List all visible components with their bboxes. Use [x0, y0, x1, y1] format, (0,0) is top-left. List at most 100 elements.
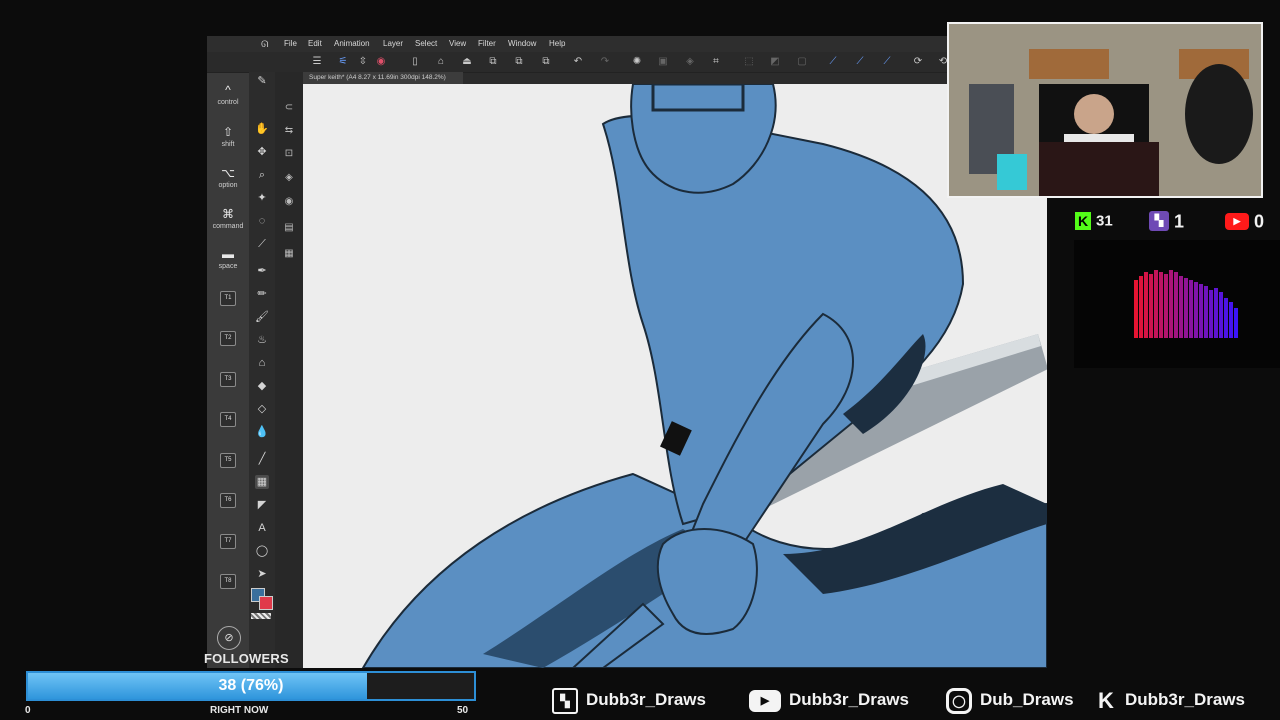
grid-snap-icon[interactable]: ⟋	[881, 56, 893, 68]
undo-icon[interactable]: ↶	[572, 56, 584, 68]
t1-key[interactable]: T1	[220, 291, 236, 306]
redo-icon[interactable]: ↷	[599, 56, 611, 68]
audio-bar	[1144, 272, 1148, 338]
line-tool-icon[interactable]: ╱	[255, 452, 269, 466]
followers-max: 50	[457, 705, 469, 716]
t7-key[interactable]: T7	[220, 534, 236, 549]
sub-tool-1-icon[interactable]: ⊂	[283, 102, 295, 114]
social-kick[interactable]: K Dubb3r_Draws	[1095, 686, 1245, 714]
menu-help[interactable]: Help	[549, 39, 565, 48]
blend-tool-icon[interactable]: 💧	[255, 425, 269, 439]
drawing-canvas[interactable]	[303, 84, 1047, 668]
t4-key[interactable]: T4	[220, 412, 236, 427]
audio-bar	[1234, 308, 1238, 338]
audio-bar	[1199, 284, 1203, 338]
clear-icon[interactable]: ▣	[657, 56, 669, 68]
menu-animation[interactable]: Animation	[334, 39, 370, 48]
object-tool-icon[interactable]: ➤	[255, 567, 269, 581]
airbrush-tool-icon[interactable]: ♨	[255, 333, 269, 347]
control-key[interactable]: ^ control	[207, 84, 249, 106]
stepper-icon[interactable]: ⇳	[357, 56, 369, 68]
balloon-tool-icon[interactable]: ◯	[255, 544, 269, 558]
loading-icon[interactable]: ✺	[631, 56, 643, 68]
t3-key[interactable]: T3	[220, 372, 236, 387]
materials-icon[interactable]: ▤	[283, 222, 295, 234]
followers-label: FOLLOWERS	[204, 651, 289, 666]
t6-key[interactable]: T6	[220, 493, 236, 508]
fill-icon[interactable]: ◈	[684, 56, 696, 68]
t8-key[interactable]: T8	[220, 574, 236, 589]
zoom-tool-icon[interactable]: ⌕	[255, 168, 269, 182]
open-folder-icon[interactable]: ⌂	[435, 56, 447, 68]
navigator-icon[interactable]: ◉	[283, 196, 295, 208]
settings-icon[interactable]: ⟳	[912, 56, 924, 68]
export-2-icon[interactable]: ⧉	[513, 56, 525, 68]
social-instagram[interactable]: ◯ Dub_Draws	[946, 686, 1074, 714]
audio-bar	[1139, 276, 1143, 338]
shift-icon: ⇧	[222, 125, 234, 139]
pen-settings-icon[interactable]: ⊘	[217, 626, 241, 650]
document-tab[interactable]: Super keith* (A4 8.27 x 11.69in 300dpi 1…	[303, 72, 463, 84]
space-key[interactable]: ▬ space	[207, 248, 249, 270]
layer-stack-icon[interactable]: ◈	[283, 172, 295, 184]
followers-caption: RIGHT NOW	[210, 705, 269, 716]
eraser-tool-icon[interactable]: ◇	[255, 402, 269, 416]
selection-border-icon[interactable]: ▢	[796, 56, 808, 68]
fill-tool-icon[interactable]: ◆	[255, 379, 269, 393]
app-logo-icon[interactable]: ᘏ	[261, 39, 268, 50]
t5-key[interactable]: T5	[220, 453, 236, 468]
save-icon[interactable]: ⏏	[461, 56, 473, 68]
menu-file[interactable]: File	[284, 39, 297, 48]
menu-filter[interactable]: Filter	[478, 39, 496, 48]
person-face-shape	[1074, 94, 1114, 134]
audio-bar	[1204, 286, 1208, 338]
dark-object-shape	[1185, 64, 1253, 164]
new-file-icon[interactable]: ▯	[409, 56, 421, 68]
export-3-icon[interactable]: ⧉	[540, 56, 552, 68]
move-tool-icon[interactable]: ✥	[255, 145, 269, 159]
sub-color-swatch[interactable]	[259, 596, 273, 610]
menu-edit[interactable]: Edit	[308, 39, 322, 48]
menu-select[interactable]: Select	[415, 39, 437, 48]
pencil-tool-icon[interactable]: ✏	[255, 287, 269, 301]
frame-tool-icon[interactable]: ◤	[255, 498, 269, 512]
transparent-color-swatch[interactable]	[251, 613, 271, 619]
pen-tool-icon[interactable]: ✒	[255, 264, 269, 278]
paintbrush-tool-icon[interactable]: 🖌	[255, 310, 269, 324]
brush-mode-icon[interactable]: ⚟	[337, 56, 349, 68]
audio-bar	[1174, 272, 1178, 338]
tool-palette: ✎ ✋ ✥ ⌕ ✦ ◌ ⟋ ✒ ✏ 🖌 ♨ ⌂ ◆ ◇ 💧 ╱ ▦ ◤ A ◯ …	[249, 72, 275, 668]
artwork-illustration	[361, 84, 1047, 668]
ruler-snap-icon[interactable]: ⟋	[827, 56, 839, 68]
menu-layer[interactable]: Layer	[383, 39, 403, 48]
menu-window[interactable]: Window	[508, 39, 536, 48]
tool-property-icon[interactable]: ▦	[283, 248, 295, 260]
export-icon[interactable]: ⧉	[487, 56, 499, 68]
social-youtube[interactable]: ▶ Dubb3r_Draws	[749, 686, 909, 714]
special-ruler-snap-icon[interactable]: ⟋	[854, 56, 866, 68]
text-tool-icon[interactable]: A	[255, 521, 269, 535]
decoration-tool-icon[interactable]: ⌂	[255, 356, 269, 370]
record-icon[interactable]: ◉	[375, 56, 387, 68]
invert-selection-icon[interactable]: ◩	[769, 56, 781, 68]
sub-tool-2-icon[interactable]: ⇆	[283, 125, 295, 137]
shift-key[interactable]: ⇧ shift	[207, 126, 249, 148]
social-twitch[interactable]: ▚ Dubb3r_Draws	[552, 686, 706, 714]
brush-tool-icon[interactable]: ✎	[255, 74, 269, 88]
webcam-feed	[947, 22, 1263, 198]
transform-icon[interactable]: ⌗	[710, 56, 722, 68]
menu-view[interactable]: View	[449, 39, 466, 48]
t2-key[interactable]: T2	[220, 331, 236, 346]
deselect-icon[interactable]: ⬚	[743, 56, 755, 68]
hand-tool-icon[interactable]: ✋	[255, 122, 269, 136]
eyedropper-icon[interactable]: ⟋	[255, 237, 269, 251]
hamburger-menu-icon[interactable]: ☰	[311, 56, 323, 68]
option-key[interactable]: ⌥ option	[207, 167, 249, 189]
gradient-tool-icon[interactable]: ▦	[255, 475, 269, 489]
webcam-image	[949, 24, 1261, 196]
instagram-icon: ◯	[946, 687, 972, 714]
command-key[interactable]: ⌘ command	[207, 208, 249, 230]
magic-wand-icon[interactable]: ✦	[255, 191, 269, 205]
layers-icon[interactable]: ⊡	[283, 148, 295, 160]
lasso-tool-icon[interactable]: ◌	[255, 214, 269, 228]
